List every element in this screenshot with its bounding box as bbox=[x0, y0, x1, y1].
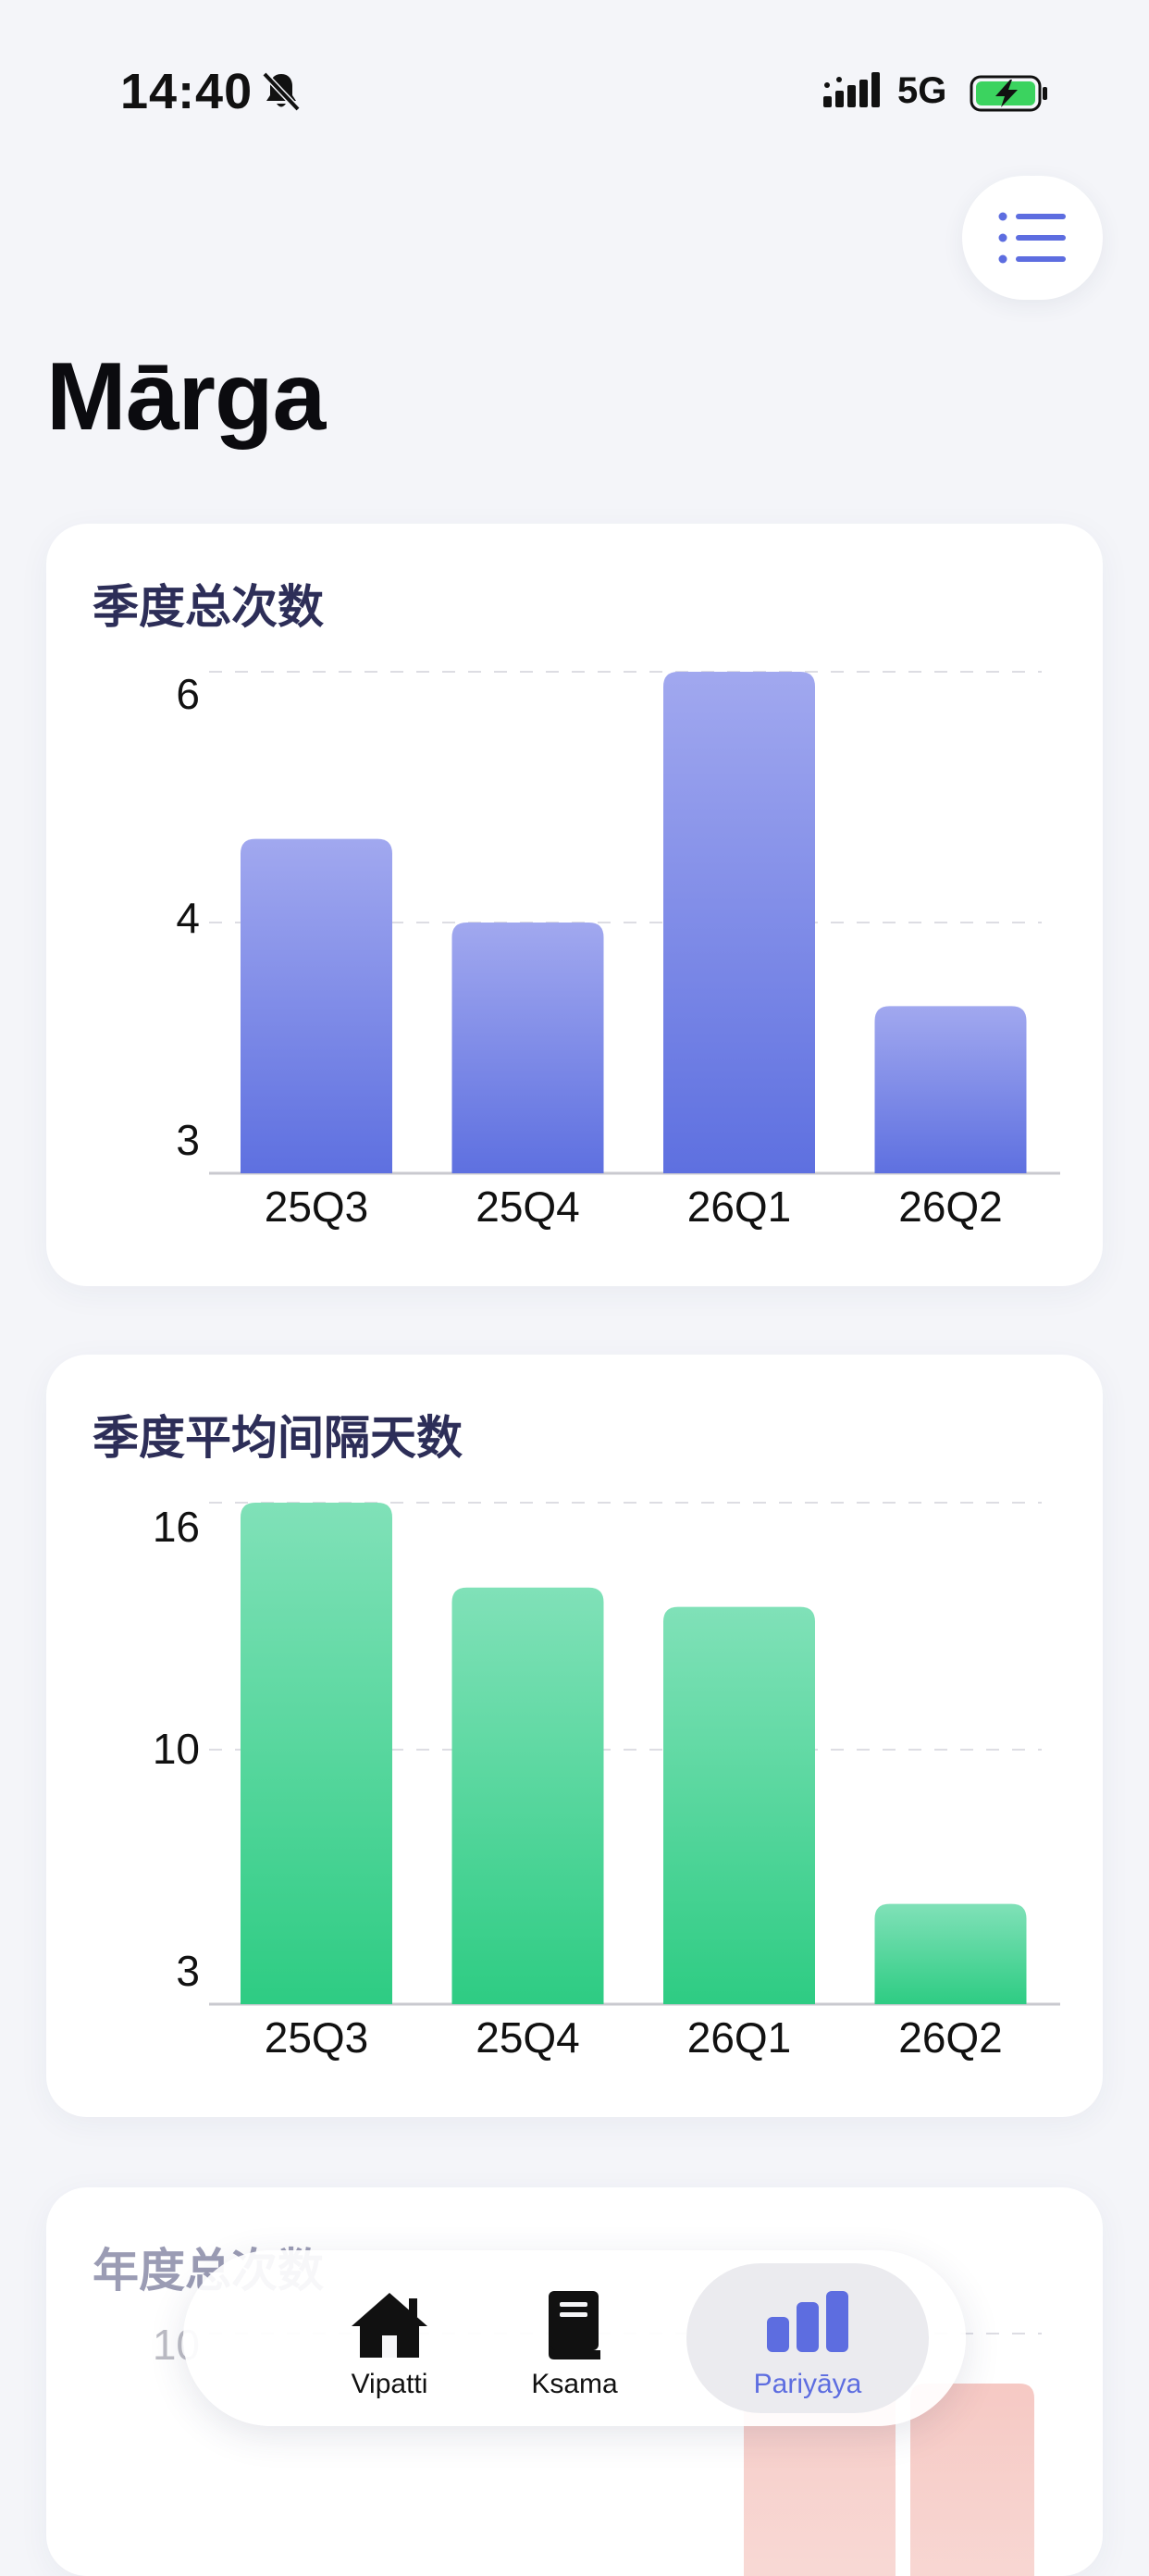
y-tick-label: 3 bbox=[176, 1947, 200, 1995]
house-icon bbox=[352, 2293, 427, 2358]
x-tick-label: 25Q3 bbox=[265, 2013, 369, 2062]
bar bbox=[874, 1006, 1027, 1173]
list-icon bbox=[998, 212, 1066, 264]
bell-slash-icon bbox=[262, 71, 301, 112]
y-tick-label: 6 bbox=[176, 670, 200, 718]
bar bbox=[663, 672, 815, 1173]
y-tick-label: 4 bbox=[176, 894, 200, 942]
x-tick-label: 26Q2 bbox=[898, 1183, 1003, 1231]
x-tick-label: 26Q1 bbox=[687, 2013, 792, 2062]
x-tick-label: 26Q1 bbox=[687, 1183, 792, 1231]
bar bbox=[874, 1903, 1027, 2004]
page-title: Mārga bbox=[46, 343, 326, 451]
status-bar: 14:40 5G bbox=[0, 0, 1149, 185]
battery-charging-icon bbox=[970, 75, 1047, 112]
tab-label: Ksama bbox=[531, 2369, 618, 2399]
book-icon bbox=[549, 2291, 600, 2359]
x-tick-label: 26Q2 bbox=[898, 2013, 1003, 2062]
bar bbox=[663, 1606, 815, 2004]
quarterly-count-chart: 6 4 3 25Q3 25Q4 26Q1 26Q2 bbox=[176, 670, 1060, 1231]
bar bbox=[451, 1587, 604, 2004]
tab-label: Pariyāya bbox=[753, 2369, 862, 2399]
tab-pariyaya[interactable]: Pariyāya bbox=[686, 2263, 929, 2413]
status-time: 14:40 bbox=[120, 64, 253, 119]
tab-bar: Vipatti Ksama Pariyāya bbox=[183, 2250, 966, 2426]
quarterly-interval-chart: 16 10 3 25Q3 25Q4 26Q1 26Q2 bbox=[153, 1502, 1060, 2062]
bar bbox=[451, 923, 604, 1173]
bar-chart-icon bbox=[767, 2291, 848, 2352]
x-tick-label: 25Q3 bbox=[265, 1183, 369, 1231]
menu-button[interactable] bbox=[962, 176, 1103, 300]
y-tick-label: 10 bbox=[153, 1725, 200, 1773]
x-tick-label: 25Q4 bbox=[476, 1183, 580, 1231]
bar bbox=[910, 2384, 1034, 2576]
tab-ksama[interactable]: Ksama bbox=[453, 2263, 696, 2413]
y-tick-label: 3 bbox=[176, 1116, 200, 1164]
bar bbox=[241, 838, 392, 1173]
network-type: 5G bbox=[897, 70, 947, 111]
cellular-signal-icon bbox=[823, 72, 880, 107]
y-tick-label: 16 bbox=[153, 1503, 200, 1551]
quarterly-count-card: 季度总次数 6 4 3 25Q3 25Q4 26Q1 26Q2 bbox=[46, 524, 1103, 1286]
bar bbox=[241, 1503, 392, 2004]
quarterly-interval-card: 季度平均间隔天数 16 10 3 25Q3 25Q4 26Q1 26Q2 bbox=[46, 1355, 1103, 2117]
x-tick-label: 25Q4 bbox=[476, 2013, 580, 2062]
